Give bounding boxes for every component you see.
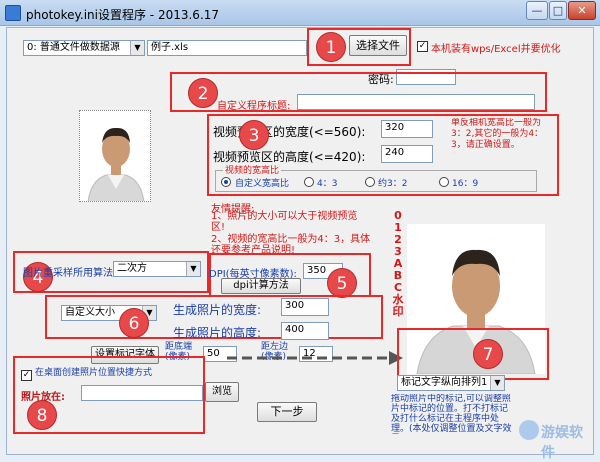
badge-5: 5 bbox=[327, 268, 357, 298]
ratio-tip: 单反相机宽高比一般为3：2,其它的一般为4：3，请正确设置。 bbox=[451, 118, 544, 150]
resample-label: 图片重采样所用算法: bbox=[23, 268, 117, 279]
custom-title-label: 自定义程序标题: bbox=[217, 101, 291, 112]
dpi-calc-button[interactable]: dpi计算方法 bbox=[221, 278, 301, 294]
marker-vertical-text[interactable]: 0123ABC水印 bbox=[391, 210, 405, 318]
choose-file-button[interactable]: 选择文件 bbox=[349, 35, 407, 56]
ratio-radio-custom[interactable] bbox=[221, 177, 231, 187]
data-source-select[interactable]: 0: 普通文件做数据源 ▼ bbox=[23, 40, 145, 56]
watermark-text: 游娱软件 bbox=[541, 425, 583, 461]
output-width-label: 生成照片的宽度: bbox=[173, 303, 262, 317]
output-size-value: 自定义大小 bbox=[65, 307, 115, 318]
maximize-button[interactable]: □ bbox=[549, 1, 567, 20]
marker-direction-select[interactable]: 标记文字纵向排列1 ▼ bbox=[397, 375, 505, 391]
title-bar: photokey.ini设置程序 - 2013.6.17 — □ ✕ bbox=[0, 0, 600, 26]
app-icon bbox=[5, 5, 21, 21]
ratio-label-3-2: 约3：2 bbox=[378, 179, 408, 189]
ratio-radio-16-9[interactable] bbox=[439, 177, 449, 187]
marker-direction-value: 标记文字纵向排列1 bbox=[401, 377, 488, 388]
browse-button[interactable]: 浏览 bbox=[205, 382, 239, 402]
resample-select[interactable]: 二次方 ▼ bbox=[113, 261, 201, 277]
drag-direction-arrow bbox=[227, 351, 403, 365]
close-button[interactable]: ✕ bbox=[568, 1, 596, 20]
wps-checkbox[interactable]: ✓ bbox=[417, 41, 428, 52]
marker-tip: 拖动照片中的标记,可以调整照片中标记的位置。打不打标记及打什么标记在主程序中处理… bbox=[391, 394, 512, 434]
source-file-field[interactable]: 例子.xls bbox=[147, 40, 307, 56]
preview-height-field[interactable]: 240 bbox=[381, 145, 433, 163]
chevron-down-icon: ▼ bbox=[186, 262, 200, 276]
next-button[interactable]: 下一步 bbox=[257, 402, 317, 422]
watermark-logo-icon bbox=[519, 420, 539, 440]
window-title: photokey.ini设置程序 - 2013.6.17 bbox=[26, 8, 220, 22]
badge-3: 3 bbox=[239, 120, 269, 150]
data-source-value: 0: 普通文件做数据源 bbox=[27, 42, 120, 53]
dialog-client-area: 0: 普通文件做数据源 ▼ 例子.xls 选择文件 1 ✓ 本机装有wps/Ex… bbox=[6, 27, 594, 461]
chevron-down-icon: ▼ bbox=[490, 376, 504, 390]
shortcut-checkbox-label: 在桌面创建照片位置快捷方式 bbox=[35, 368, 153, 378]
ratio-label-custom: 自定义宽高比 bbox=[235, 179, 290, 189]
badge-8: 8 bbox=[27, 400, 57, 430]
photo-preview bbox=[79, 110, 151, 202]
badge-7: 7 bbox=[473, 339, 503, 369]
custom-title-field[interactable] bbox=[297, 94, 535, 110]
preview-width-field[interactable]: 320 bbox=[381, 120, 433, 138]
output-width-field[interactable]: 300 bbox=[281, 298, 329, 316]
reminder-line-1: 1、照片的大小可以大于视频预览区! bbox=[211, 211, 358, 233]
chevron-down-icon: ▼ bbox=[130, 41, 144, 55]
badge-1: 1 bbox=[316, 32, 346, 62]
wps-checkbox-label: 本机装有wps/Excel并要优化 bbox=[431, 44, 561, 55]
output-height-label: 生成照片的高度: bbox=[173, 326, 262, 340]
badge-6: 6 bbox=[119, 308, 149, 338]
preview-width-label: 视频预览区的宽度(<=560): bbox=[213, 125, 366, 139]
minimize-button[interactable]: — bbox=[526, 1, 548, 20]
shortcut-checkbox[interactable]: ✓ bbox=[21, 370, 32, 381]
ratio-radio-4-3[interactable] bbox=[304, 177, 314, 187]
badge-2: 2 bbox=[188, 78, 218, 108]
ratio-radio-3-2[interactable] bbox=[365, 177, 375, 187]
output-height-field[interactable]: 400 bbox=[281, 322, 329, 340]
ratio-label-4-3: 4：3 bbox=[317, 179, 338, 189]
ratio-group-label: 视频的宽高比 bbox=[223, 163, 282, 176]
resample-value: 二次方 bbox=[117, 263, 147, 274]
ratio-label-16-9: 16：9 bbox=[452, 179, 479, 189]
person-photo-icon bbox=[80, 111, 150, 201]
save-location-field[interactable] bbox=[81, 385, 203, 401]
